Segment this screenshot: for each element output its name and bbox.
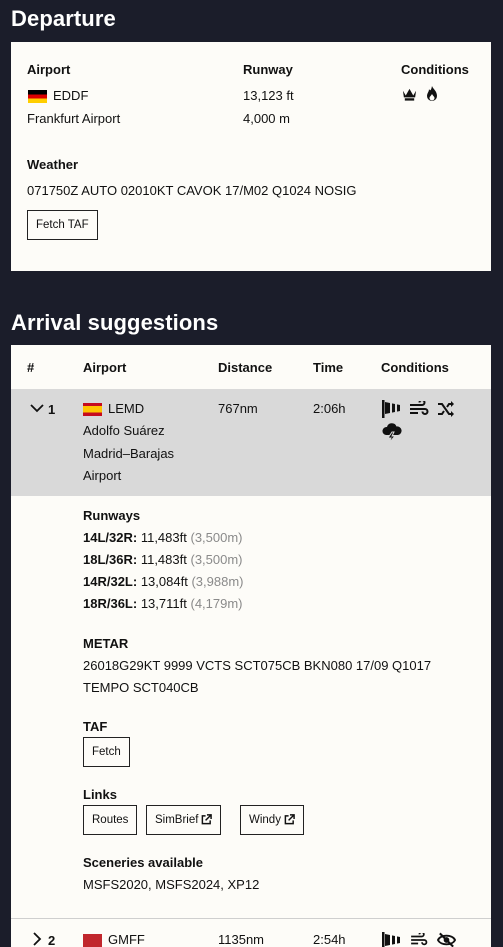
runway-m: (3,500m) <box>190 530 243 545</box>
runway-ft: 13,711ft <box>140 596 187 611</box>
runway-line-1: 14L/32R: 11,483ft (3,500m) <box>83 530 243 545</box>
col-header-num: # <box>27 360 35 375</box>
runway-m: (3,988m) <box>191 574 244 589</box>
runway-ft: 11,483ft <box>140 552 187 567</box>
runway-code: 18L/36R: <box>83 552 138 567</box>
windsock-icon <box>382 400 400 418</box>
arrival-metar-line1: 26018G29KT 9999 VCTS SCT075CB BKN080 17/… <box>83 658 432 673</box>
shuffle-icon <box>438 401 454 417</box>
weather-label: Weather <box>27 157 79 172</box>
crown-icon <box>402 88 417 101</box>
col-header-conditions: Conditions <box>381 360 449 375</box>
row-1-distance: 767nm <box>218 401 258 416</box>
row-1-name-line2: Madrid–Barajas <box>83 446 175 461</box>
morocco-flag-icon <box>83 934 102 947</box>
arrivals-card: # Airport Distance Time Conditions 1 LEM… <box>11 345 491 947</box>
no-visibility-icon <box>437 932 456 947</box>
simbrief-link-button[interactable]: SimBrief <box>146 805 222 835</box>
runway-m: (4,179m) <box>190 596 243 611</box>
simbrief-link-label: SimBrief <box>155 814 199 826</box>
runway-line-4: 18R/36L: 13,711ft (4,179m) <box>83 596 243 611</box>
runway-code: 14R/32L: <box>83 574 138 589</box>
arrival-metar-line2: TEMPO SCT040CB <box>83 680 199 695</box>
row-2-distance: 1135nm <box>218 932 265 947</box>
col-header-distance[interactable]: Distance <box>218 360 272 375</box>
fire-icon <box>427 86 437 101</box>
taf-label: TAF <box>83 719 108 734</box>
row-1-time: 2:06h <box>313 401 346 416</box>
departure-metar: 071750Z AUTO 02010KT CAVOK 17/M02 Q1024 … <box>27 183 357 198</box>
runway-ft: 11,483ft <box>140 530 187 545</box>
row-1-name-line3: Airport <box>83 468 122 483</box>
routes-link-button[interactable]: Routes <box>83 805 138 835</box>
departure-card: Airport EDDF Frankfurt Airport Runway 13… <box>11 42 491 271</box>
row-2-time: 2:54h <box>313 932 346 947</box>
fetch-taf-button[interactable]: Fetch <box>83 737 130 767</box>
row-1-icao: LEMD <box>108 401 145 416</box>
spain-flag-icon <box>83 403 102 416</box>
windy-link-button[interactable]: Windy <box>240 805 304 835</box>
germany-flag-icon <box>28 90 47 103</box>
col-header-airport[interactable]: Airport <box>83 360 126 375</box>
windy-link-label: Windy <box>249 814 281 826</box>
row-2-icao: GMFF <box>108 932 145 947</box>
wind-icon <box>411 933 428 946</box>
arrivals-title: Arrival suggestions <box>11 310 219 335</box>
wind-icon <box>410 401 429 415</box>
runway-length-ft: 13,123 ft <box>243 88 294 103</box>
runway-code: 18R/36L: <box>83 596 138 611</box>
links-label: Links <box>83 787 117 802</box>
thunderstorm-icon <box>382 423 402 443</box>
runway-line-2: 18L/36R: 11,483ft (3,500m) <box>83 552 243 567</box>
runway-label: Runway <box>243 62 293 77</box>
departure-airport-name: Frankfurt Airport <box>27 111 121 126</box>
runway-m: (3,500m) <box>190 552 243 567</box>
chevron-right-icon[interactable] <box>33 932 42 946</box>
sceneries-label: Sceneries available <box>83 855 203 870</box>
metar-label: METAR <box>83 636 129 651</box>
windsock-icon <box>382 932 400 947</box>
departure-icao: EDDF <box>53 88 89 103</box>
runway-length-m: 4,000 m <box>243 111 290 126</box>
runway-code: 14L/32R: <box>83 530 138 545</box>
conditions-label: Conditions <box>401 62 469 77</box>
runways-label: Runways <box>83 508 141 523</box>
chevron-down-icon[interactable] <box>30 404 44 413</box>
external-link-icon <box>202 814 213 825</box>
airport-label: Airport <box>27 62 71 77</box>
col-header-time[interactable]: Time <box>313 360 343 375</box>
fetch-taf-button[interactable]: Fetch TAF <box>27 210 98 240</box>
runway-ft: 13,084ft <box>140 574 188 589</box>
row-2-num: 2 <box>48 933 56 947</box>
external-link-icon <box>284 814 295 825</box>
row-1-name-line1: Adolfo Suárez <box>83 423 165 438</box>
runway-line-3: 14R/32L: 13,084ft (3,988m) <box>83 574 243 589</box>
departure-title: Departure <box>11 6 116 31</box>
sceneries-list: MSFS2020, MSFS2024, XP12 <box>83 877 260 892</box>
row-1-num: 1 <box>48 402 56 417</box>
